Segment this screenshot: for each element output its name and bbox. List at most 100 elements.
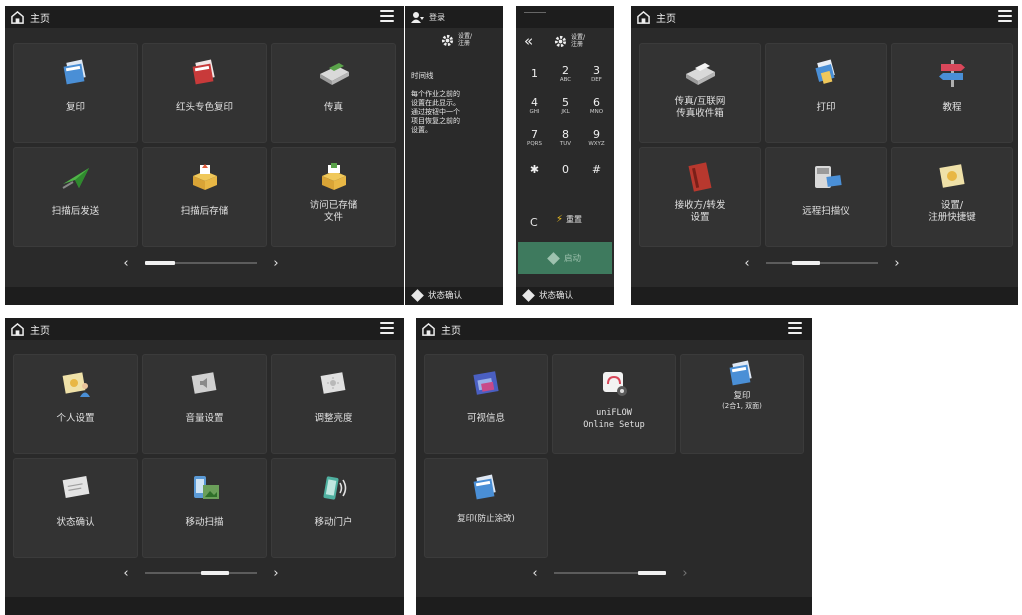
tile-status-monitor[interactable]: 状态确认 bbox=[13, 458, 138, 558]
home-screen-2: 主页 传真/互联网 传真收件箱 打印 教程 接收方/转发 设置 远程扫描仪 设置/注… bbox=[631, 6, 1018, 305]
next-page-icon[interactable]: › bbox=[892, 256, 902, 271]
tile-label: 调整亮度 bbox=[314, 413, 353, 424]
bottom-bar bbox=[416, 597, 812, 615]
keypad-key[interactable]: 9 WXYZ bbox=[581, 124, 612, 152]
scan-send-icon bbox=[61, 168, 89, 189]
page-title: 主页 bbox=[441, 325, 461, 337]
gear-icon bbox=[554, 35, 567, 47]
tile-brightness[interactable]: 调整亮度 bbox=[271, 354, 396, 454]
tile-volume-settings[interactable]: 音量设置 bbox=[142, 354, 267, 454]
page-indicator: ‹ › bbox=[742, 255, 902, 271]
next-page-icon[interactable]: › bbox=[271, 256, 281, 271]
settings-button[interactable]: 设置/注册 bbox=[441, 30, 501, 50]
tile-mobile-portal[interactable]: 移动门户 bbox=[271, 458, 396, 558]
keypad-key[interactable]: 8 TUV bbox=[550, 124, 581, 152]
timeline-body: 每个作业之前的 设置在此显示。 通过按钮中一个 项目恢复之前的 设置。 bbox=[411, 90, 499, 135]
home-icon[interactable] bbox=[11, 10, 24, 24]
status-monitor-button[interactable]: 状态确认 bbox=[411, 288, 463, 302]
keypad-key[interactable]: 3 DEF bbox=[581, 60, 612, 88]
keypad-key[interactable]: # bbox=[581, 156, 612, 184]
start-button[interactable]: 启动 bbox=[518, 242, 612, 274]
prev-page-icon[interactable]: ‹ bbox=[742, 256, 752, 271]
keypad-key[interactable]: ✱ bbox=[519, 156, 550, 184]
tile-label-line2: 注册快捷键 bbox=[928, 212, 976, 223]
tile-visual-message[interactable]: 可视信息 bbox=[424, 354, 548, 454]
brightness-icon bbox=[320, 372, 345, 394]
keypad-key[interactable]: 7 PQRS bbox=[519, 124, 550, 152]
menu-icon[interactable] bbox=[998, 10, 1012, 22]
print-icon bbox=[815, 59, 835, 84]
menu-icon[interactable] bbox=[380, 322, 394, 334]
tile-label: 远程扫描仪 bbox=[802, 206, 850, 217]
clear-key[interactable]: C bbox=[530, 216, 538, 229]
tile-mobile-scan[interactable]: 移动扫描 bbox=[142, 458, 267, 558]
tile-label-line1: 访问已存储 bbox=[309, 200, 358, 211]
tile-copy-tamper[interactable]: 复印(防止涂改) bbox=[424, 458, 548, 558]
tile-remote-scanner[interactable]: 远程扫描仪 bbox=[765, 147, 887, 247]
tile-fax-inbox[interactable]: 传真/互联网 传真收件箱 bbox=[639, 43, 761, 143]
status-icon bbox=[411, 288, 424, 302]
next-page-icon[interactable]: › bbox=[271, 566, 281, 581]
keypad-key[interactable]: 4 GHI bbox=[519, 92, 550, 120]
prev-page-icon[interactable]: ‹ bbox=[530, 566, 540, 581]
tile-address-book[interactable]: 接收方/转发 设置 bbox=[639, 147, 761, 247]
tile-copy[interactable]: 复印 bbox=[13, 43, 138, 143]
tile-shortcut-settings[interactable]: 设置/注册快捷键 bbox=[891, 147, 1013, 247]
home-icon[interactable] bbox=[637, 10, 650, 24]
reset-button[interactable]: ⚡ 重置 bbox=[556, 214, 582, 225]
keypad-key[interactable]: 1 bbox=[519, 60, 550, 88]
home-icon[interactable] bbox=[11, 322, 24, 336]
keypad-key[interactable]: 5 JKL bbox=[550, 92, 581, 120]
tile-label-line2: 设置 bbox=[690, 212, 710, 223]
tile-label-line1: 接收方/转发 bbox=[674, 200, 726, 211]
key-digit: 3 bbox=[593, 63, 600, 77]
keypad-key[interactable]: 0 bbox=[550, 156, 581, 184]
tile-label: 红头专色复印 bbox=[175, 102, 233, 113]
menu-icon[interactable] bbox=[788, 322, 802, 334]
start-icon bbox=[547, 251, 560, 265]
tile-label: 可视信息 bbox=[466, 413, 505, 424]
key-letters: JKL bbox=[561, 108, 570, 115]
keypad-settings-button[interactable]: 设置/注册 bbox=[554, 34, 585, 48]
keypad-key[interactable]: 6 MNO bbox=[581, 92, 612, 120]
next-page-icon[interactable]: › bbox=[680, 566, 690, 581]
menu-icon[interactable] bbox=[380, 10, 394, 22]
prev-page-icon[interactable]: ‹ bbox=[121, 256, 131, 271]
tile-label-line2: 传真收件箱 bbox=[676, 108, 724, 119]
tile-print[interactable]: 打印 bbox=[765, 43, 887, 143]
side-panel: 登录 设置/注册 时间线 每个作业之前的 设置在此显示。 通过按钮中一个 项目恢… bbox=[405, 6, 503, 305]
login-button[interactable]: 登录 bbox=[405, 6, 503, 28]
page-title: 主页 bbox=[656, 13, 676, 25]
tile-label: uniFLOW Online Setup bbox=[583, 407, 644, 431]
status-monitor-button[interactable]: 状态确认 bbox=[522, 288, 573, 302]
home-screen-4: 主页 可视信息 uniFLOW Online Setup 复印 (2合1, 双面) … bbox=[416, 318, 812, 615]
home-icon[interactable] bbox=[422, 322, 435, 336]
tile-scan-store[interactable]: 扫描后存储 bbox=[142, 147, 267, 247]
key-digit: 2 bbox=[562, 63, 569, 77]
reset-label: 重置 bbox=[566, 215, 583, 224]
tile-fax[interactable]: 传真 bbox=[271, 43, 396, 143]
page-thumb bbox=[201, 571, 229, 575]
reset-icon: ⚡ bbox=[556, 214, 564, 225]
key-digit: 6 bbox=[593, 95, 600, 109]
tile-uniflow-setup[interactable]: uniFLOW Online Setup bbox=[552, 354, 676, 454]
tile-copy-2in1[interactable]: 复印 (2合1, 双面) bbox=[680, 354, 804, 454]
tile-scan-send[interactable]: 扫描后发送 bbox=[13, 147, 138, 247]
remote-scanner-icon bbox=[815, 166, 842, 188]
prev-page-icon[interactable]: ‹ bbox=[121, 566, 131, 581]
status-monitor-icon bbox=[62, 476, 89, 498]
status-label: 状态确认 bbox=[428, 291, 463, 301]
settings-label: 设置/注册 bbox=[571, 34, 585, 48]
visual-message-icon bbox=[473, 371, 499, 395]
collapse-button[interactable]: « bbox=[524, 32, 533, 50]
top-bar: 主页 bbox=[416, 318, 812, 340]
fax-inbox-icon bbox=[686, 63, 715, 85]
tile-red-copy[interactable]: 红头专色复印 bbox=[142, 43, 267, 143]
key-digit: 5 bbox=[562, 95, 569, 109]
tile-label: 复印(防止涂改) bbox=[457, 514, 515, 524]
tile-tutorial[interactable]: 教程 bbox=[891, 43, 1013, 143]
keypad-key[interactable]: 2 ABC bbox=[550, 60, 581, 88]
page-track bbox=[766, 261, 878, 265]
tile-personal-settings[interactable]: 个人设置 bbox=[13, 354, 138, 454]
tile-stored-files[interactable]: 访问已存储 文件 bbox=[271, 147, 396, 247]
